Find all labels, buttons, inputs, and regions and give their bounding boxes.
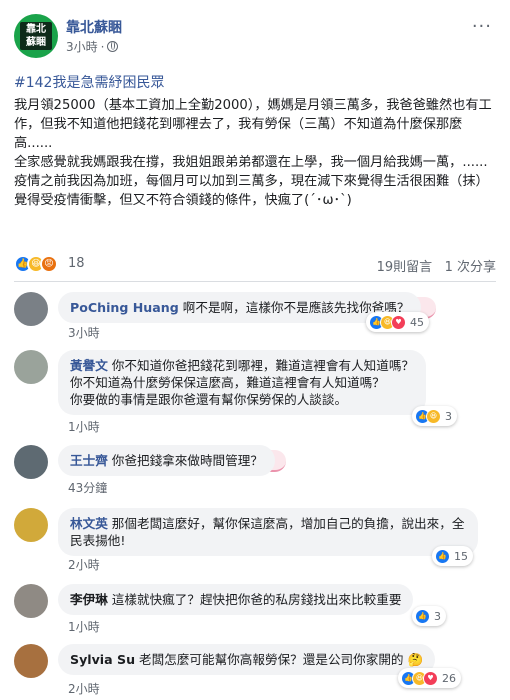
reaction-count: 26 [442, 671, 456, 685]
comment-reactions[interactable]: 👍 😆 3 [412, 406, 457, 426]
post-time[interactable]: 3小時 [66, 38, 98, 55]
globe-icon [107, 41, 119, 52]
shares-count[interactable]: 1 次分享 [445, 260, 496, 275]
commenter-avatar[interactable] [14, 445, 48, 479]
commenter-name[interactable]: Sylvia Su [70, 652, 135, 667]
reaction-icons[interactable]: 👍 😆 😡 [14, 255, 58, 273]
reaction-summary-bar: 👍 😆 😡 18 19則留言 1 次分享 [14, 253, 496, 275]
comment: 李伊琳 這樣就快瘋了？趕快把你爸的私房錢找出來比較重要 1小時 👍 3 [14, 584, 496, 635]
comment-share-stats: 19則留言 1 次分享 [377, 256, 496, 275]
comment-reactions[interactable]: 👍 3 [412, 606, 446, 626]
haha-icon: 😆 [426, 408, 441, 424]
comment: 黃譽文 你不知道你爸把錢花到哪裡，難道這裡會有人知道嗎？ 你不知道為什麼勞保保這麼… [14, 350, 496, 435]
commenter-avatar[interactable] [14, 584, 48, 618]
commenter-avatar[interactable] [14, 350, 48, 384]
reaction-count: 3 [434, 609, 441, 623]
angry-icon: 😡 [40, 255, 58, 273]
comment-text: 你不知道你爸把錢花到哪裡，難道這裡會有人知道嗎？ 你不知道為什麼勞保保這麼高，難… [70, 358, 415, 407]
comment-bubble: 王士齊 你爸把錢拿來做時間管理？ [58, 445, 275, 476]
comments-count[interactable]: 19則留言 [377, 260, 433, 275]
post-body: 我月領25000（基本工資加上全勤2000），媽媽是月領三萬多，我爸爸雖然也有工… [14, 96, 496, 210]
page-name[interactable]: 靠北蘇睏 [66, 17, 122, 37]
post-paragraph: 全家感覺就我媽跟我在撐，我姐姐跟弟弟都還在上學，我一個月給我媽一萬，......… [14, 155, 489, 189]
reaction-count: 45 [410, 315, 424, 329]
commenter-name[interactable]: 王士齊 [70, 453, 108, 468]
page-avatar[interactable]: 靠北 蘇睏 [14, 14, 58, 58]
comment-time[interactable]: 43分鐘 [68, 479, 107, 496]
post-hashtag[interactable]: #142我是急需紓困民眾 [14, 72, 164, 92]
commenter-name[interactable]: 黃譽文 [70, 358, 108, 373]
comment: Sylvia Su 老闆怎麼可能幫你高報勞保？還是公司你家開的 🤔 2小時 👍 😆… [14, 644, 496, 697]
commenter-name[interactable]: 李伊琳 [70, 592, 108, 607]
comment-time[interactable]: 2小時 [68, 680, 100, 697]
comment-bubble: 林文英 那個老闆這麼好，幫你保這麼高，增加自己的負擔，說出來，全民表揚他! [58, 508, 478, 556]
post-meta: 3小時 · [66, 38, 119, 55]
comment-time[interactable]: 2小時 [68, 556, 100, 573]
post-paragraph: 覺得受疫情衝擊，但又不符合領錢的條件，快瘋了(´･ω･`) [14, 193, 352, 208]
divider [14, 281, 496, 282]
post-header: 靠北 蘇睏 靠北蘇睏 3小時 · ··· [14, 14, 494, 58]
comment-text: 老闆怎麼可能幫你高報勞保？還是公司你家開的 🤔 [139, 652, 424, 667]
commenter-avatar[interactable] [14, 644, 48, 678]
commenter-name[interactable]: 林文英 [70, 516, 108, 531]
commenter-avatar[interactable] [14, 508, 48, 542]
thumbs-up-icon: 👍 [415, 608, 430, 624]
comment-text: 這樣就快瘋了？趕快把你爸的私房錢找出來比較重要 [111, 592, 402, 607]
comment-reactions[interactable]: 👍 😆 ♥ 26 [398, 668, 461, 688]
more-options-icon[interactable]: ··· [472, 18, 492, 36]
reaction-count: 3 [445, 409, 452, 423]
reaction-count[interactable]: 18 [68, 256, 85, 271]
comment-text: 你爸把錢拿來做時間管理？ [111, 453, 263, 468]
comment-bubble: 黃譽文 你不知道你爸把錢花到哪裡，難道這裡會有人知道嗎？ 你不知道為什麼勞保保這麼… [58, 350, 427, 415]
comment-time[interactable]: 1小時 [68, 418, 100, 435]
comment-time[interactable]: 1小時 [68, 618, 100, 635]
post-paragraph: 我月領25000（基本工資加上全勤2000），媽媽是月領三萬多，我爸爸雖然也有工… [14, 98, 492, 151]
reaction-count: 15 [454, 549, 468, 563]
comment-reactions[interactable]: 👍 😆 ♥ 45 [366, 312, 429, 332]
comment-time[interactable]: 3小時 [68, 324, 100, 341]
comment: PoChing Huang 啊不是啊，這樣你不是應該先找你爸嗎？ 3小時 👍 😆 … [14, 292, 496, 340]
heart-icon: ♥ [423, 670, 438, 686]
page-avatar-logo: 靠北 蘇睏 [20, 22, 52, 50]
comment-bubble: Sylvia Su 老闆怎麼可能幫你高報勞保？還是公司你家開的 🤔 [58, 644, 436, 675]
commenter-avatar[interactable] [14, 292, 48, 326]
comment-bubble: 李伊琳 這樣就快瘋了？趕快把你爸的私房錢找出來比較重要 [58, 584, 414, 615]
comment-reactions[interactable]: 👍 15 [432, 546, 473, 566]
comment: 王士齊 你爸把錢拿來做時間管理？ 43分鐘 [14, 445, 496, 495]
comment: 林文英 那個老闆這麼好，幫你保這麼高，增加自己的負擔，說出來，全民表揚他! 2小時… [14, 508, 496, 573]
thumbs-up-icon: 👍 [435, 548, 450, 564]
comment-text: 那個老闆這麼好，幫你保這麼高，增加自己的負擔，說出來，全民表揚他! [70, 516, 465, 548]
commenter-name[interactable]: PoChing Huang [70, 300, 179, 315]
heart-icon: ♥ [391, 314, 406, 330]
